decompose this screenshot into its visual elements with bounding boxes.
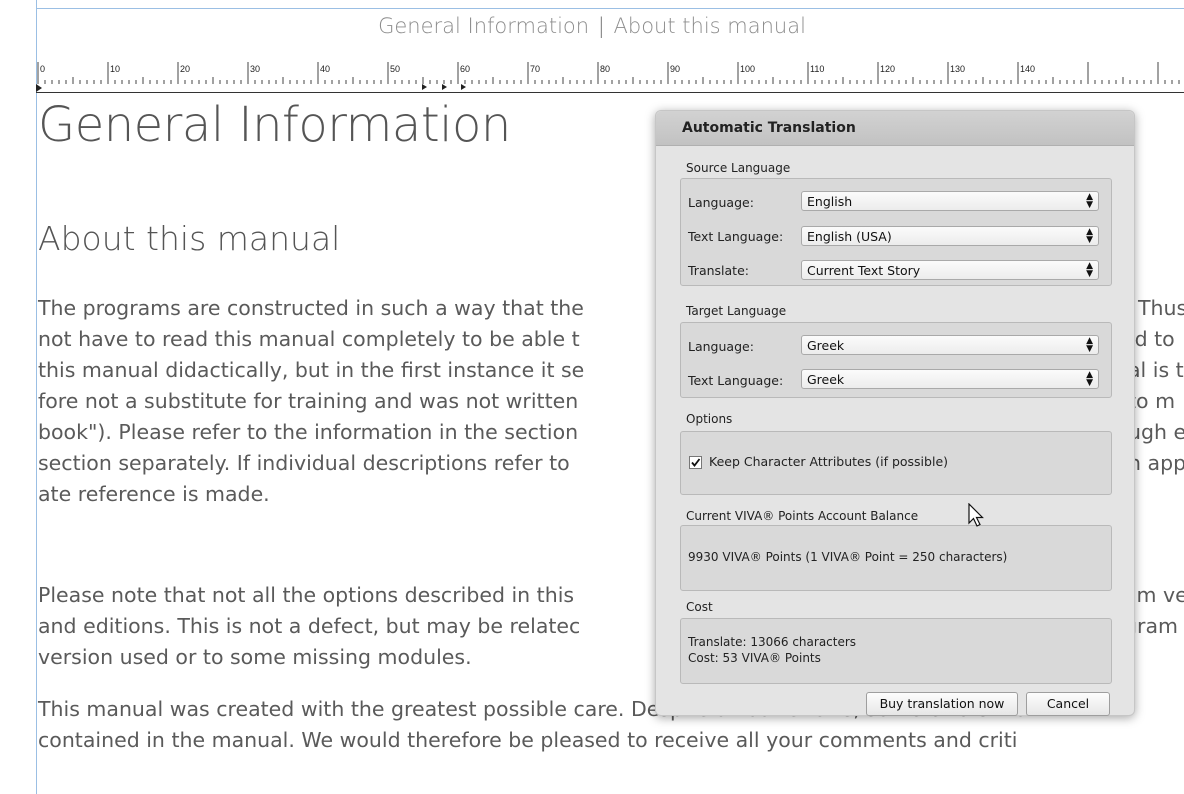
translate-scope-select[interactable]: Current Text Story ▲ ▼ xyxy=(801,260,1099,280)
ruler-label: 80 xyxy=(600,64,610,74)
ruler-label: 0 xyxy=(40,64,45,74)
text-fragment: al is t xyxy=(1128,358,1184,382)
ruler-label: 130 xyxy=(950,64,965,74)
paragraph-1-right-fragments: Thus ed to al is t to m ugh e n app xyxy=(1122,293,1184,479)
cost-points-text: Cost: 53 VIVA® Points xyxy=(688,651,821,665)
indent-marker[interactable] xyxy=(36,84,42,92)
text-line: The programs are constructed in such a w… xyxy=(38,296,584,320)
translate-scope-value: Current Text Story xyxy=(807,263,921,278)
running-header: General Information | About this manual xyxy=(0,14,1184,38)
automatic-translation-dialog: Automatic Translation Source Language La… xyxy=(655,110,1135,716)
target-language-label: Language: xyxy=(688,339,754,354)
header-section: General Information xyxy=(378,14,590,38)
tab-stop-marker[interactable] xyxy=(422,84,427,90)
source-language-label: Language: xyxy=(688,195,754,210)
tab-stops[interactable] xyxy=(36,84,1184,92)
target-language-group: Language: Greek ▲ ▼ Text Language: Greek … xyxy=(680,322,1112,398)
ruler-label: 60 xyxy=(460,64,470,74)
ruler-baseline xyxy=(36,92,1184,93)
text-fragment: to m xyxy=(1128,389,1176,413)
ruler-label: 120 xyxy=(880,64,895,74)
header-separator: | xyxy=(597,14,605,38)
document-page: General Information | About this manual … xyxy=(0,0,1184,794)
target-text-language-label: Text Language: xyxy=(688,373,784,388)
source-language-group: Language: English ▲ ▼ Text Language: Engl… xyxy=(680,178,1112,286)
source-text-language-select[interactable]: English (USA) ▲ ▼ xyxy=(801,226,1099,246)
target-language-section-label: Target Language xyxy=(686,304,787,318)
cost-translate-text: Translate: 13066 characters xyxy=(688,635,857,649)
cost-section-label: Cost xyxy=(686,600,713,614)
ruler-label: 40 xyxy=(320,64,330,74)
mouse-cursor-icon xyxy=(968,503,984,527)
select-arrows-icon: ▲ ▼ xyxy=(1086,227,1093,245)
margin-guide xyxy=(36,0,37,794)
text-line: book"). Please refer to the information … xyxy=(38,420,579,444)
target-text-language-select[interactable]: Greek ▲ ▼ xyxy=(801,369,1099,389)
target-text-language-value: Greek xyxy=(807,372,845,387)
ruler-label: 110 xyxy=(810,64,824,74)
cancel-button[interactable]: Cancel xyxy=(1026,692,1110,716)
tab-stop-marker[interactable] xyxy=(442,84,447,90)
select-arrows-icon: ▲ ▼ xyxy=(1086,370,1093,388)
ruler-label: 100 xyxy=(740,64,755,74)
dialog-title: Automatic Translation xyxy=(682,120,856,136)
ruler-label: 140 xyxy=(1020,64,1035,74)
source-language-section-label: Source Language xyxy=(686,161,791,175)
header-frame-edge xyxy=(36,8,1184,9)
text-line: Please note that not all the options des… xyxy=(38,583,575,607)
ruler-label: 50 xyxy=(390,64,400,74)
buy-translation-button[interactable]: Buy translation now xyxy=(866,692,1018,716)
text-line: fore not a substitute for training and w… xyxy=(38,389,579,413)
ruler-label: 90 xyxy=(670,64,680,74)
header-topic: About this manual xyxy=(613,14,806,38)
horizontal-ruler[interactable]: 0 10 20 30 40 50 60 70 80 90 100 110 120 130 140 xyxy=(36,62,1184,84)
ruler-label: 10 xyxy=(110,64,120,74)
translate-label: Translate: xyxy=(688,263,749,278)
options-section-label: Options xyxy=(686,412,733,426)
text-fragment: ugh e xyxy=(1128,420,1184,444)
cost-group: Translate: 13066 characters Cost: 53 VIV… xyxy=(680,618,1112,684)
text-line: not have to read this manual completely … xyxy=(38,327,580,351)
paragraph-1: The programs are constructed in such a w… xyxy=(38,293,584,510)
text-line: ate reference is made. xyxy=(38,482,270,506)
text-fragment: Thus xyxy=(1138,296,1184,320)
text-line: version used or to some missing modules. xyxy=(38,645,472,669)
keep-attributes-checkbox[interactable] xyxy=(689,456,702,469)
select-arrows-icon: ▲ ▼ xyxy=(1086,261,1093,279)
dialog-title-bar[interactable]: Automatic Translation xyxy=(656,111,1134,146)
source-text-language-label: Text Language: xyxy=(688,229,784,244)
text-line: this manual didactically, but in the fir… xyxy=(38,358,585,382)
source-text-language-value: English (USA) xyxy=(807,229,892,244)
source-language-value: English xyxy=(807,194,853,209)
text-line: contained in the manual. We would theref… xyxy=(38,728,1018,752)
balance-group: 9930 VIVA® Points (1 VIVA® Point = 250 c… xyxy=(680,525,1112,591)
ruler-label: 30 xyxy=(250,64,260,74)
balance-section-label: Current VIVA® Points Account Balance xyxy=(686,509,919,523)
keep-attributes-label[interactable]: Keep Character Attributes (if possible) xyxy=(709,454,948,469)
options-group: Keep Character Attributes (if possible) xyxy=(680,431,1112,495)
target-language-value: Greek xyxy=(807,338,845,353)
ruler-label: 70 xyxy=(530,64,540,74)
text-line: section separately. If individual descri… xyxy=(38,451,570,475)
source-language-select[interactable]: English ▲ ▼ xyxy=(801,191,1099,211)
text-fragment: n app xyxy=(1128,451,1184,475)
select-arrows-icon: ▲ ▼ xyxy=(1086,192,1093,210)
select-arrows-icon: ▲ ▼ xyxy=(1086,336,1093,354)
balance-text: 9930 VIVA® Points (1 VIVA® Point = 250 c… xyxy=(688,550,1008,564)
ruler-label: 20 xyxy=(180,64,190,74)
tab-stop-marker[interactable] xyxy=(461,84,466,90)
target-language-select[interactable]: Greek ▲ ▼ xyxy=(801,335,1099,355)
heading-about-manual: About this manual xyxy=(38,219,341,258)
paragraph-2: Please note that not all the options des… xyxy=(38,580,580,673)
text-line: and editions. This is not a defect, but … xyxy=(38,614,581,638)
heading-general-information: General Information xyxy=(38,97,511,153)
checkmark-icon xyxy=(691,458,701,467)
